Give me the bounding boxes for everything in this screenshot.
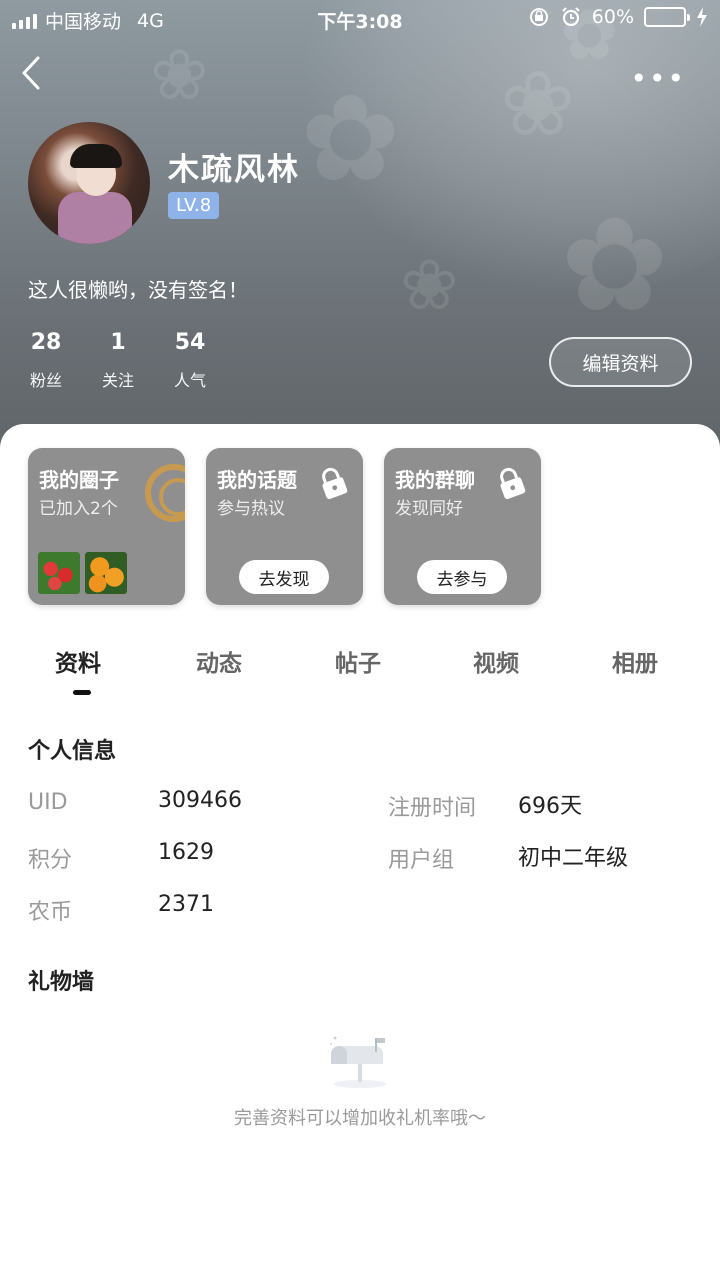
avatar[interactable] [28, 122, 150, 244]
card-my-circles[interactable]: 我的圈子 已加入2个 [28, 448, 185, 605]
info-group-label: 用户组 [388, 842, 454, 874]
card-subtitle: 已加入2个 [39, 499, 118, 519]
info-group-value: 初中二年级 [518, 840, 628, 872]
profile-stats: 28 粉丝 1 关注 54 人气 [28, 330, 208, 391]
info-uid-label: UID [28, 790, 68, 815]
flower-decoration-icon: ✿ [300, 70, 401, 209]
stat-fans[interactable]: 28 粉丝 [28, 330, 64, 391]
info-value: 初中二年级 [518, 846, 629, 871]
info-value: 696天 [518, 794, 582, 819]
stat-label: 关注 [101, 371, 134, 390]
info-uid-value: 309466 [158, 788, 242, 813]
more-options-icon[interactable]: ••• [630, 62, 686, 95]
info-points-label: 积分 [28, 842, 72, 874]
tab-posts[interactable]: 帖子 [335, 644, 381, 678]
lock-icon [500, 467, 526, 500]
tab-albums[interactable]: 相册 [612, 644, 658, 678]
info-register-label: 注册时间 [388, 790, 476, 822]
info-key: 农币 [28, 900, 73, 925]
mailbox-icon [330, 1036, 386, 1088]
discover-button[interactable]: 去发现 [239, 560, 329, 594]
profile-tabs: 资料 动态 帖子 视频 相册 [0, 644, 720, 704]
edit-profile-button[interactable]: 编辑资料 [549, 337, 692, 387]
info-coins-label: 农币 [28, 894, 72, 926]
flower-decoration-icon: ✿ [560, 189, 669, 341]
feature-cards: 我的圈子 已加入2个 我的话题 参与热议 去发现 我的群聊 发现同好 去参与 [28, 448, 541, 605]
active-tab-indicator [73, 690, 91, 695]
back-arrow-icon[interactable] [18, 54, 48, 94]
card-title: 我的群聊 [395, 468, 475, 492]
tab-activity[interactable]: 动态 [196, 644, 242, 678]
tab-profile-info[interactable]: 资料 [55, 644, 101, 678]
flower-decoration-icon: ❀ [150, 34, 209, 116]
info-points-value: 1629 [158, 840, 214, 865]
info-register-value: 696天 [518, 788, 582, 820]
participate-button[interactable]: 去参与 [417, 560, 507, 594]
stat-value: 54 [174, 330, 206, 355]
card-title: 我的圈子 [39, 468, 119, 492]
battery-percent: 60% [591, 6, 634, 28]
circle-thumbnail-orange[interactable] [85, 552, 127, 594]
info-key: 积分 [28, 848, 73, 873]
alarm-icon [562, 7, 580, 27]
gift-wall-empty-state: 完善资料可以增加收礼机率哦～ [0, 1032, 720, 1130]
stat-popularity[interactable]: 54 人气 [172, 330, 208, 391]
info-key: UID [28, 790, 68, 815]
status-right: 60% [528, 6, 708, 28]
circle-logo-icon [145, 464, 185, 522]
tab-videos[interactable]: 视频 [473, 644, 519, 678]
flower-decoration-icon: ❀ [400, 244, 459, 326]
signature-text: 这人很懒哟，没有签名！ [28, 278, 248, 302]
stat-value: 1 [110, 330, 126, 355]
card-subtitle: 参与热议 [217, 499, 285, 519]
card-my-group-chats[interactable]: 我的群聊 发现同好 去参与 [384, 448, 541, 605]
status-bar: 中国移动 4G 下午3:08 60% [0, 0, 720, 38]
card-my-topics[interactable]: 我的话题 参与热议 去发现 [206, 448, 363, 605]
card-title: 我的话题 [217, 468, 297, 492]
stat-label: 粉丝 [29, 371, 62, 390]
info-key: 用户组 [388, 848, 455, 873]
stat-value: 28 [30, 330, 62, 355]
battery-icon [644, 7, 690, 27]
rotation-lock-icon [529, 8, 548, 26]
stat-following[interactable]: 1 关注 [100, 330, 136, 391]
stat-label: 人气 [173, 371, 206, 390]
lock-icon [322, 467, 348, 500]
circle-thumbnail-strawberry[interactable] [38, 552, 80, 594]
info-value: 2371 [158, 892, 214, 917]
content-panel: 我的圈子 已加入2个 我的话题 参与热议 去发现 我的群聊 发现同好 去参与 资… [0, 424, 720, 1280]
charging-bolt-icon [697, 7, 707, 27]
level-badge: LV.8 [168, 192, 220, 219]
info-key: 注册时间 [388, 796, 477, 821]
username: 木疏风林 [168, 152, 300, 188]
personal-info-title: 个人信息 [28, 739, 117, 764]
card-subtitle: 发现同好 [395, 499, 463, 519]
gift-wall-title: 礼物墙 [28, 970, 95, 995]
info-coins-value: 2371 [158, 892, 214, 917]
info-value: 1629 [158, 840, 214, 865]
avatar-figure-body [58, 192, 132, 244]
gift-wall-empty-text: 完善资料可以增加收礼机率哦～ [234, 1108, 486, 1129]
avatar-figure-hair [70, 144, 122, 168]
info-value: 309466 [158, 788, 242, 813]
